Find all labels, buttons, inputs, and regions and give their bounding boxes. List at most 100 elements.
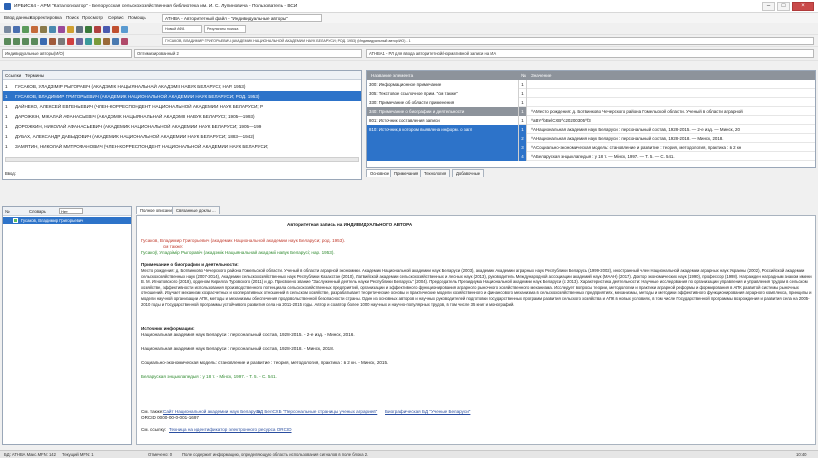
header-dictionary: Словарь xyxy=(29,209,46,214)
menu-help[interactable]: Помощь xyxy=(128,15,146,20)
mode-select[interactable]: Результаты поиска xyxy=(204,25,246,33)
list-icon[interactable] xyxy=(76,38,83,45)
authority-name-ru: Гусаков, Владимир Григорьевич (академик … xyxy=(141,238,346,243)
current-record-field[interactable]: ГУСАКОВ, ВЛАДИМИР ГРИГОРЬЕВИЧ (АКАДЕМИК … xyxy=(162,37,814,45)
mark-icon[interactable] xyxy=(67,38,74,45)
next-record-icon[interactable] xyxy=(22,38,29,45)
field-name: 305: Текстовое ссылочное прим. "см также… xyxy=(367,89,519,98)
menu-service[interactable]: Сервис xyxy=(108,15,124,20)
filter-select[interactable]: Оптимизированный 2 xyxy=(134,49,362,58)
tab-additional[interactable]: Добавочные xyxy=(452,169,485,177)
field-row[interactable]: 801: Источник составления записи 1 ^aBY^bB… xyxy=(367,116,815,125)
last-record-icon[interactable] xyxy=(31,38,38,45)
star-icon[interactable] xyxy=(67,26,74,33)
text-icon[interactable] xyxy=(103,26,110,33)
cross-icon[interactable] xyxy=(94,26,101,33)
print-icon[interactable] xyxy=(40,26,47,33)
input-label: Ввод: xyxy=(5,171,16,176)
bio-text: Место рождения: д. Ботвинково Чечерского… xyxy=(141,268,812,307)
menu-view[interactable]: Просмотр xyxy=(82,15,103,20)
settings-icon[interactable] xyxy=(121,26,128,33)
term-row[interactable]: 1 ЗАМЯТИН, НИКОЛАЙ МИТРОФАНОВИЧ (ЧЛЕН-КОР… xyxy=(3,141,361,151)
table-icon[interactable] xyxy=(85,38,92,45)
term-count: 1 xyxy=(5,134,8,139)
field-row[interactable]: 340: Примечание о биографии и деятельнос… xyxy=(367,107,815,116)
tab-notes[interactable]: Примечания xyxy=(390,169,423,177)
term-text: ДУБАХ, АЛЕКСАНДР ДАВЫДОВИЧ (АКАДЕМИК НАЦ… xyxy=(15,134,255,139)
terms-horizontal-scrollbar[interactable] xyxy=(5,157,359,162)
field-row-selected[interactable]: 810: Источник,в котором выявлена информ.… xyxy=(367,125,815,134)
field-value[interactable]: ^AНациональная академия наук Беларуси : … xyxy=(529,125,815,134)
tag-icon[interactable] xyxy=(121,38,128,45)
refresh-icon[interactable] xyxy=(49,26,56,33)
term-row[interactable]: 1 ГУСАКОВ, УЛАДЗІМІР РЫГОРАВІЧ (АКАДЭМІК … xyxy=(3,81,361,91)
new-record-icon[interactable] xyxy=(4,26,11,33)
format-icon[interactable] xyxy=(112,26,119,33)
field-value[interactable] xyxy=(529,98,815,107)
field-row[interactable]: 2 ^AНациональная академия наук Беларуси :… xyxy=(367,134,815,143)
tab-related-docs[interactable]: Связанные доклы ... xyxy=(172,206,220,214)
field-value[interactable]: ^AМесто рождения: д. Ботвинково Чечерско… xyxy=(529,107,815,116)
tab-technology[interactable]: Технология xyxy=(420,169,451,177)
check-icon[interactable] xyxy=(85,26,92,33)
term-row[interactable]: 1 ДАЙНЕКО, АЛЕКСЕЙ ЕВГЕНЬЕВИЧ (ЧЛЕН-КОРРЕ… xyxy=(3,101,361,111)
dictionary-select[interactable]: Нет xyxy=(59,208,83,214)
copy-icon[interactable] xyxy=(22,26,29,33)
database-breadcrumb: АТНВА - Авторитетный файл - "Индивидуаль… xyxy=(162,14,322,22)
field-name: 300: Информационное примечание xyxy=(367,80,519,89)
menu-edit[interactable]: Корректировка xyxy=(30,15,62,20)
export-icon[interactable] xyxy=(58,26,65,33)
field-value[interactable]: ^aBY^bBelCXB^c20200305^f3 xyxy=(529,116,815,125)
field-value[interactable]: ^AБеларуская энцыклапедыя : у 18 т. — Мі… xyxy=(529,152,815,161)
prev-record-icon[interactable] xyxy=(13,38,20,45)
filter-icon[interactable] xyxy=(76,26,83,33)
globe-icon[interactable] xyxy=(112,38,119,45)
worksheet-select[interactable]: АТНВА1 - РЛ для ввода авторитетной/норма… xyxy=(366,49,814,58)
source-item: Беларуская энцыклапедыя : у 18 т. - Мінс… xyxy=(141,374,277,379)
field-value[interactable]: ^AСоциально-экономическая модель: станов… xyxy=(529,143,815,152)
menu-search[interactable]: Поиск xyxy=(66,15,79,20)
field-value[interactable] xyxy=(529,89,815,98)
link-personal-pages[interactable]: БД БелСХБ "Персональные страницы ученых … xyxy=(257,409,377,414)
term-text: ДАЙНЕКО, АЛЕКСЕЙ ЕВГЕНЬЕВИЧ (ЧЛЕН-КОРРЕС… xyxy=(15,104,264,109)
chart-icon[interactable] xyxy=(94,38,101,45)
lock-icon[interactable] xyxy=(49,38,56,45)
close-button[interactable]: × xyxy=(792,2,814,11)
linked-term-row[interactable]: Гусаков, Владимир Григорьевич xyxy=(3,217,131,224)
field-row[interactable]: 4 ^AБеларуская энцыклапедыя : у 18 т. — М… xyxy=(367,152,815,161)
checkbox-icon[interactable] xyxy=(13,218,18,223)
field-value[interactable] xyxy=(529,80,815,89)
delete-icon[interactable] xyxy=(31,26,38,33)
term-row[interactable]: 1 ДОРОЖКИН, НИКОЛАЙ АФАНАСЬЕВИЧ (АКАДЕМИК… xyxy=(3,121,361,131)
source-item: Национальная академия наук Беларуси : пе… xyxy=(141,346,335,351)
field-row[interactable]: 300: Информационное примечание 1 xyxy=(367,80,815,89)
link-academy-site[interactable]: Сайт Национальной академии наук Беларуси xyxy=(163,409,261,414)
field-row[interactable]: 3 ^AСоциально-экономическая модель: стано… xyxy=(367,143,815,152)
minimize-button[interactable]: – xyxy=(762,2,775,11)
menu-input[interactable]: Ввод данных xyxy=(4,15,32,20)
field-occurrence: 1 xyxy=(519,89,527,98)
database-select[interactable]: Индивидуальные авторы(И/О) xyxy=(2,49,132,58)
maximize-button[interactable]: □ xyxy=(777,2,790,11)
header-terms: Термины xyxy=(25,73,45,78)
field-occurrence: 1 xyxy=(519,98,527,107)
search-icon[interactable] xyxy=(40,38,47,45)
term-row-selected[interactable]: 1 ГУСАКОВ, ВЛАДИМИР ГРИГОРЬЕВИЧ (АКАДЕМИК… xyxy=(3,91,361,101)
field-value[interactable]: ^AНациональная академия наук Беларуси : … xyxy=(529,134,815,143)
undo-icon[interactable] xyxy=(58,38,65,45)
term-count: 1 xyxy=(5,104,8,109)
term-row[interactable]: 1 ДУБАХ, АЛЕКСАНДР ДАВЫДОВИЧ (АКАДЕМИК НА… xyxy=(3,131,361,141)
term-row[interactable]: 1 ДАРОЖКІН, МІКАЛАЙ АФАНАСЬЕВІЧ (АКАДЭМІК… xyxy=(3,111,361,121)
first-record-icon[interactable] xyxy=(4,38,11,45)
term-text: ДОРОЖКИН, НИКОЛАЙ АФАНАСЬЕВИЧ (АКАДЕМИК … xyxy=(15,124,262,129)
field-row[interactable]: 330: Примечание об области применения 1 xyxy=(367,98,815,107)
link-orcid[interactable]: Техница на идентификатор электронного ре… xyxy=(169,427,292,432)
term-text: ЗАМЯТИН, НИКОЛАЙ МИТРОФАНОВИЧ (ЧЛЕН-КОРР… xyxy=(15,144,269,149)
save-icon[interactable] xyxy=(13,26,20,33)
header-number: № xyxy=(5,209,10,214)
linked-terms-header: № Словарь Нет xyxy=(3,207,131,216)
toolbar-row-2: ГУСАКОВ, ВЛАДИМИР ГРИГОРЬЕВИЧ (АКАДЕМИК … xyxy=(0,36,818,47)
link-scientists-db[interactable]: Биографическая БД "Ученые Беларуси" xyxy=(385,409,470,414)
book-icon[interactable] xyxy=(103,38,110,45)
field-row[interactable]: 305: Текстовое ссылочное прим. "см также… xyxy=(367,89,815,98)
